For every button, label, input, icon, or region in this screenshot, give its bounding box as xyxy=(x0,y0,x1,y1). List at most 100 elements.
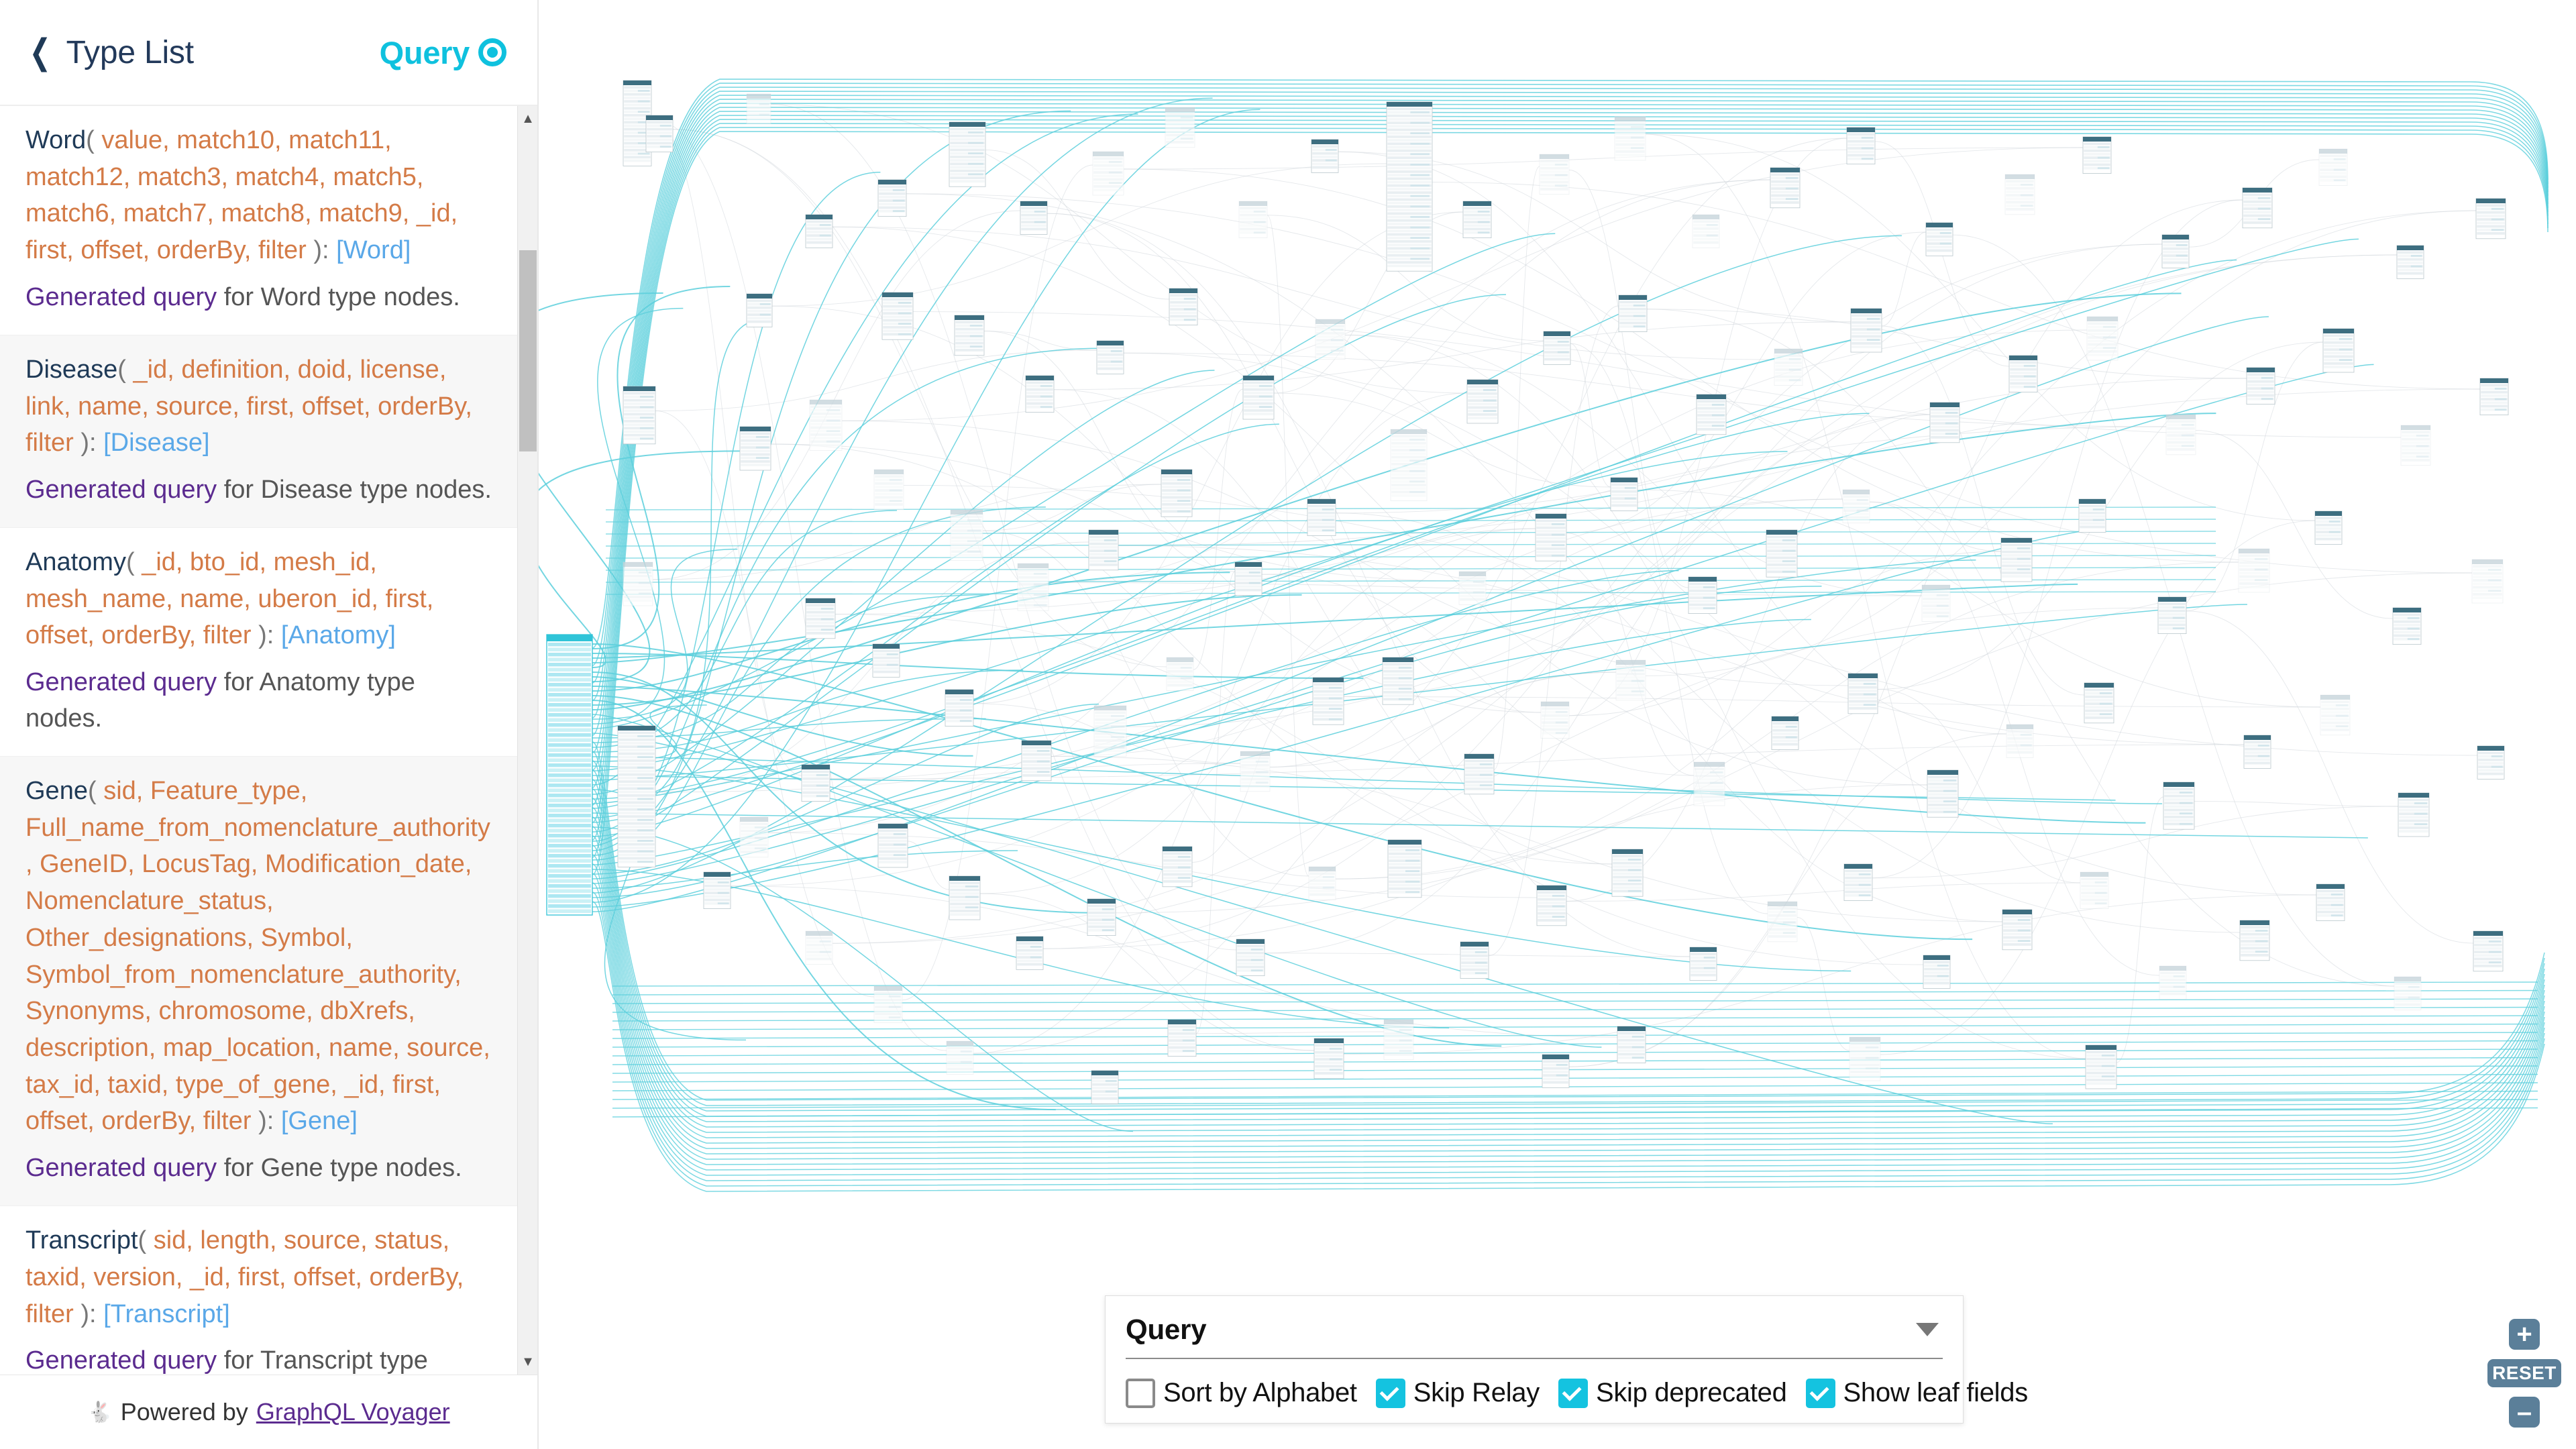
graph-node[interactable] xyxy=(746,93,771,124)
graph-node[interactable] xyxy=(1092,151,1124,196)
graph-node[interactable] xyxy=(1025,375,1055,413)
graph-node[interactable] xyxy=(949,875,981,920)
graph-node[interactable] xyxy=(2082,136,2112,174)
graph-node[interactable] xyxy=(2320,694,2351,736)
graph-node[interactable] xyxy=(954,315,985,356)
graph-node-query-root[interactable] xyxy=(546,634,593,916)
root-type-selector[interactable]: Query xyxy=(1126,1313,1943,1359)
field-name[interactable]: Anatomy xyxy=(25,548,126,576)
graph-node[interactable] xyxy=(1927,769,1959,818)
doc-field-item[interactable]: Anatomy( _id, bto_id, mesh_id, mesh_name… xyxy=(0,528,517,757)
graph-node[interactable] xyxy=(1615,659,1646,701)
graph-node[interactable] xyxy=(1689,947,1717,981)
schema-graph[interactable] xyxy=(539,0,2575,1449)
graph-node[interactable] xyxy=(1614,116,1646,161)
graph-node[interactable] xyxy=(1165,107,1195,148)
graph-node[interactable] xyxy=(623,561,653,606)
graph-node[interactable] xyxy=(1842,489,1870,523)
settings-option[interactable]: Show leaf fields xyxy=(1805,1378,2028,1408)
graph-node[interactable] xyxy=(1387,839,1422,898)
graph-node[interactable] xyxy=(2394,976,2422,1010)
field-name[interactable]: Transcript xyxy=(25,1226,138,1254)
graph-node[interactable] xyxy=(1020,201,1048,235)
graph-node[interactable] xyxy=(1843,863,1873,901)
graph-node[interactable] xyxy=(2243,735,2271,769)
field-return-type[interactable]: [Anatomy] xyxy=(281,621,396,649)
settings-option[interactable]: Skip deprecated xyxy=(1558,1378,1787,1408)
field-name[interactable]: Word xyxy=(25,126,86,154)
graph-node[interactable] xyxy=(873,469,904,511)
graph-node[interactable] xyxy=(1460,941,1489,979)
graph-node[interactable] xyxy=(645,115,674,152)
graph-node[interactable] xyxy=(2473,930,2504,972)
graph-node[interactable] xyxy=(1693,761,1725,806)
graph-node[interactable] xyxy=(1774,348,1803,386)
graph-node[interactable] xyxy=(2392,607,2422,645)
doc-field-item[interactable]: Disease( _id, definition, doid, license,… xyxy=(0,335,517,528)
graph-node[interactable] xyxy=(1313,1038,1344,1079)
graph-node[interactable] xyxy=(2006,724,2034,758)
graph-node[interactable] xyxy=(746,293,773,327)
graph-node[interactable] xyxy=(2008,355,2038,392)
scrollbar-thumb[interactable] xyxy=(519,250,537,451)
graph-node[interactable] xyxy=(2238,548,2270,593)
graph-node[interactable] xyxy=(946,1040,974,1075)
graph-node[interactable] xyxy=(1382,657,1414,705)
graph-node[interactable] xyxy=(805,214,833,248)
graph-node[interactable] xyxy=(1921,584,1951,622)
field-return-type[interactable]: [Transcript] xyxy=(103,1300,230,1328)
graph-node[interactable] xyxy=(2004,174,2035,215)
graph-node[interactable] xyxy=(1087,898,1116,936)
graph-node[interactable] xyxy=(881,292,914,340)
graph-node[interactable] xyxy=(877,823,908,868)
graph-node[interactable] xyxy=(1923,955,1951,989)
graph-node[interactable] xyxy=(1767,901,1798,943)
checkbox[interactable] xyxy=(1805,1378,1835,1408)
graph-node[interactable] xyxy=(1536,885,1567,926)
graph-node[interactable] xyxy=(2316,883,2345,921)
graph-node[interactable] xyxy=(2080,871,2109,909)
graph-node[interactable] xyxy=(2161,234,2190,268)
graph-node[interactable] xyxy=(1091,1070,1119,1104)
checkbox[interactable] xyxy=(1126,1378,1155,1408)
graph-node[interactable] xyxy=(2318,148,2348,186)
graph-node[interactable] xyxy=(1242,375,1275,420)
graph-node[interactable] xyxy=(1167,1019,1197,1057)
graph-node[interactable] xyxy=(1017,563,1049,611)
graph-node[interactable] xyxy=(2400,425,2431,466)
doc-list-scrollbar[interactable]: ▲ ▼ xyxy=(517,106,537,1375)
focus-query-button[interactable]: Query xyxy=(380,34,506,71)
back-to-type-list-button[interactable]: ❮ Type List xyxy=(25,34,194,71)
graph-node[interactable] xyxy=(1161,469,1193,517)
graph-node[interactable] xyxy=(1166,657,1194,691)
graph-node[interactable] xyxy=(1088,529,1119,571)
doc-field-item[interactable]: Word( value, match10, match11, match12, … xyxy=(0,106,517,335)
zoom-out-button[interactable]: – xyxy=(2509,1397,2540,1428)
graph-node[interactable] xyxy=(2479,378,2509,415)
graph-node[interactable] xyxy=(2163,782,2195,830)
graph-node[interactable] xyxy=(1383,1019,1414,1061)
graph-node[interactable] xyxy=(2165,414,2196,455)
graph-node[interactable] xyxy=(1850,308,1882,353)
graph-node[interactable] xyxy=(1771,716,1799,750)
graph-node[interactable] xyxy=(2322,328,2355,373)
graph-node[interactable] xyxy=(2396,245,2424,279)
graph-node[interactable] xyxy=(1618,294,1648,332)
graph-node[interactable] xyxy=(1312,677,1344,725)
scroll-up-arrow-icon[interactable]: ▲ xyxy=(518,109,537,129)
graph-node[interactable] xyxy=(2078,498,2106,533)
graph-node[interactable] xyxy=(2314,511,2343,545)
graph-node[interactable] xyxy=(1847,673,1878,714)
graph-node[interactable] xyxy=(1016,936,1044,970)
settings-option[interactable]: Sort by Alphabet xyxy=(1126,1378,1357,1408)
graph-node[interactable] xyxy=(1610,477,1638,511)
graph-node[interactable] xyxy=(1096,340,1124,374)
field-name[interactable]: Gene xyxy=(25,777,88,805)
zoom-in-button[interactable]: + xyxy=(2509,1319,2540,1350)
graphql-voyager-link[interactable]: GraphQL Voyager xyxy=(256,1398,450,1426)
field-name[interactable]: Disease xyxy=(25,356,117,384)
graph-node[interactable] xyxy=(1390,429,1428,501)
field-return-type[interactable]: [Word] xyxy=(336,236,411,264)
graph-node[interactable] xyxy=(2398,792,2430,837)
graph-node[interactable] xyxy=(1766,529,1798,578)
